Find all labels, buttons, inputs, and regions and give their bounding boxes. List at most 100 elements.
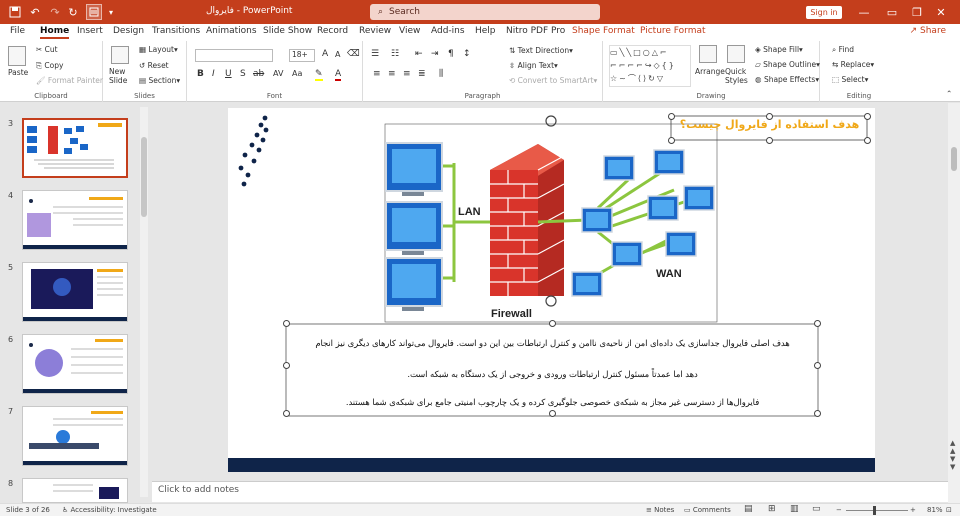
present-icon[interactable] xyxy=(86,4,102,20)
shape-fill-button[interactable]: ◈ Shape Fill▾ xyxy=(755,45,803,54)
slide-thumbnail-6[interactable] xyxy=(22,334,128,394)
minimize-icon[interactable]: — xyxy=(857,4,871,20)
tab-picture-format[interactable]: Picture Format xyxy=(640,26,706,36)
decrease-indent-icon[interactable]: ⇤ xyxy=(415,49,423,59)
undo-icon[interactable]: ↶ xyxy=(28,4,42,20)
resize-handle[interactable] xyxy=(668,137,675,144)
tab-file[interactable]: File xyxy=(10,26,25,36)
tab-add-ins[interactable]: Add-ins xyxy=(431,26,465,36)
resize-handle[interactable] xyxy=(283,320,290,327)
ribbon-display-icon[interactable]: ▭ xyxy=(885,4,899,20)
customize-qat-icon[interactable]: ▾ xyxy=(106,4,116,20)
find-button[interactable]: ⌕ Find xyxy=(832,45,854,55)
bold-icon[interactable]: B xyxy=(197,69,204,79)
tab-nitro-pdf[interactable]: Nitro PDF Pro xyxy=(506,26,565,36)
align-text-button[interactable]: ⇳ Align Text▾ xyxy=(509,61,558,70)
tab-transitions[interactable]: Transitions xyxy=(152,26,200,36)
new-slide-icon[interactable] xyxy=(111,46,129,64)
notes-pane[interactable]: Click to add notes xyxy=(152,481,948,502)
clear-format-icon[interactable]: ⌫ xyxy=(347,49,360,59)
quick-styles-button[interactable]: Quick Styles xyxy=(725,67,749,85)
normal-view-icon[interactable]: ▤ xyxy=(744,504,753,514)
shape-outline-button[interactable]: ▱ Shape Outline▾ xyxy=(755,60,820,69)
numbering-icon[interactable]: ☷ xyxy=(391,49,399,59)
paste-button[interactable]: Paste xyxy=(8,68,28,77)
accessibility-status[interactable]: ♿ Accessibility: Investigate xyxy=(62,506,157,514)
tab-insert[interactable]: Insert xyxy=(77,26,103,36)
align-center-icon[interactable]: ≡ xyxy=(388,69,396,79)
resize-handle[interactable] xyxy=(549,410,556,417)
change-case-icon[interactable]: Aa xyxy=(292,69,302,78)
slide-canvas[interactable] xyxy=(228,108,875,472)
resize-handle[interactable] xyxy=(864,137,871,144)
tab-record[interactable]: Record xyxy=(317,26,348,36)
char-spacing-icon[interactable]: AV xyxy=(273,69,283,78)
zoom-in-icon[interactable]: + xyxy=(910,506,916,514)
align-right-icon[interactable]: ≡ xyxy=(403,69,411,79)
zoom-slider-thumb[interactable] xyxy=(873,506,876,515)
section-button[interactable]: ▤ Section▾ xyxy=(139,76,180,85)
slides-panel-scrollbar[interactable] xyxy=(140,107,148,497)
zoom-slider[interactable] xyxy=(846,510,908,511)
format-painter-button[interactable]: 🖌 Format Painter xyxy=(36,76,103,85)
tab-view[interactable]: View xyxy=(399,26,420,36)
decrease-font-icon[interactable]: A xyxy=(335,50,340,59)
quick-styles-icon[interactable] xyxy=(727,45,745,63)
underline-icon[interactable]: U xyxy=(225,69,232,79)
paragraph-line[interactable]: فایروال‌ها از دسترسی غیر مجاز به شبکه‌ی … xyxy=(290,397,815,407)
layout-button[interactable]: ▦ Layout▾ xyxy=(139,45,178,54)
slide-sorter-icon[interactable]: ⊞ xyxy=(768,504,776,514)
zoom-out-icon[interactable]: − xyxy=(836,506,842,514)
editor-scrollbar[interactable]: ▲ ▲ ▼ ▼ xyxy=(948,103,960,503)
slide-thumbnail-8[interactable] xyxy=(22,478,128,503)
search-box[interactable]: ⌕ Search xyxy=(370,4,600,20)
reading-view-icon[interactable]: ▥ xyxy=(790,504,799,514)
resize-handle[interactable] xyxy=(283,410,290,417)
slide-thumbnail-3[interactable] xyxy=(22,118,128,178)
resize-handle[interactable] xyxy=(283,362,290,369)
resize-handle[interactable] xyxy=(814,320,821,327)
align-left-icon[interactable]: ≡ xyxy=(373,69,381,79)
tab-animations[interactable]: Animations xyxy=(206,26,257,36)
save-icon[interactable] xyxy=(8,4,22,20)
highlight-icon[interactable]: ✎ xyxy=(315,69,323,81)
tab-help[interactable]: Help xyxy=(475,26,496,36)
slide-thumbnail-7[interactable] xyxy=(22,406,128,466)
paste-icon[interactable] xyxy=(8,46,26,66)
resize-handle[interactable] xyxy=(549,320,556,327)
shadow-icon[interactable]: S xyxy=(240,69,246,79)
slideshow-view-icon[interactable]: ▭ xyxy=(812,504,821,514)
justify-icon[interactable]: ≣ xyxy=(418,69,426,79)
italic-icon[interactable]: I xyxy=(212,69,215,79)
shapes-gallery[interactable]: ▭╲╲□○△⌐ ⌐⌐⌐⌐↪◇{} ☆~⌒⟨⟩↻▽ xyxy=(609,45,691,87)
paragraph-line[interactable]: دهد اما عمدتاً مسئول کنترل ارتباطات ورود… xyxy=(290,369,815,379)
resize-handle[interactable] xyxy=(766,137,773,144)
increase-font-icon[interactable]: A xyxy=(322,49,328,59)
fit-to-window-icon[interactable]: ⊡ xyxy=(946,506,952,514)
strikethrough-icon[interactable]: ab xyxy=(253,69,264,79)
tab-home[interactable]: Home xyxy=(40,26,70,39)
convert-smartart-button[interactable]: ⟲ Convert to SmartArt▾ xyxy=(509,76,597,85)
columns-icon[interactable]: ⫼ xyxy=(439,69,443,79)
signin-button[interactable]: Sign in xyxy=(806,6,842,19)
text-direction-button[interactable]: ⇅ Text Direction▾ xyxy=(509,46,573,55)
notes-toggle[interactable]: ≡ Notes xyxy=(646,506,674,514)
slide-thumbnail-5[interactable] xyxy=(22,262,128,322)
copy-button[interactable]: ⎘ Copy xyxy=(36,61,63,71)
zoom-level[interactable]: 81% xyxy=(927,506,943,514)
tab-design[interactable]: Design xyxy=(113,26,144,36)
resize-handle[interactable] xyxy=(814,362,821,369)
reset-icon[interactable]: ↻ xyxy=(66,4,80,20)
slide-title[interactable]: هدف استفاده از فایروال چیست؟ xyxy=(672,118,867,131)
tab-shape-format[interactable]: Shape Format xyxy=(572,26,635,36)
collapse-ribbon-icon[interactable]: ⌃ xyxy=(946,89,952,98)
font-name-combo[interactable] xyxy=(195,49,273,62)
scroll-thumb[interactable] xyxy=(951,147,957,171)
font-size-combo[interactable]: 18+ xyxy=(289,49,315,62)
bullets-icon[interactable]: ☰ xyxy=(371,49,379,59)
reset-button[interactable]: ↺ Reset xyxy=(139,61,169,70)
close-icon[interactable]: ✕ xyxy=(934,4,948,20)
slide-thumbnail-4[interactable] xyxy=(22,190,128,250)
prev-next-slide-icon[interactable]: ▲ ▲ ▼ ▼ xyxy=(950,439,955,471)
rtl-icon[interactable]: ¶ xyxy=(448,49,454,59)
